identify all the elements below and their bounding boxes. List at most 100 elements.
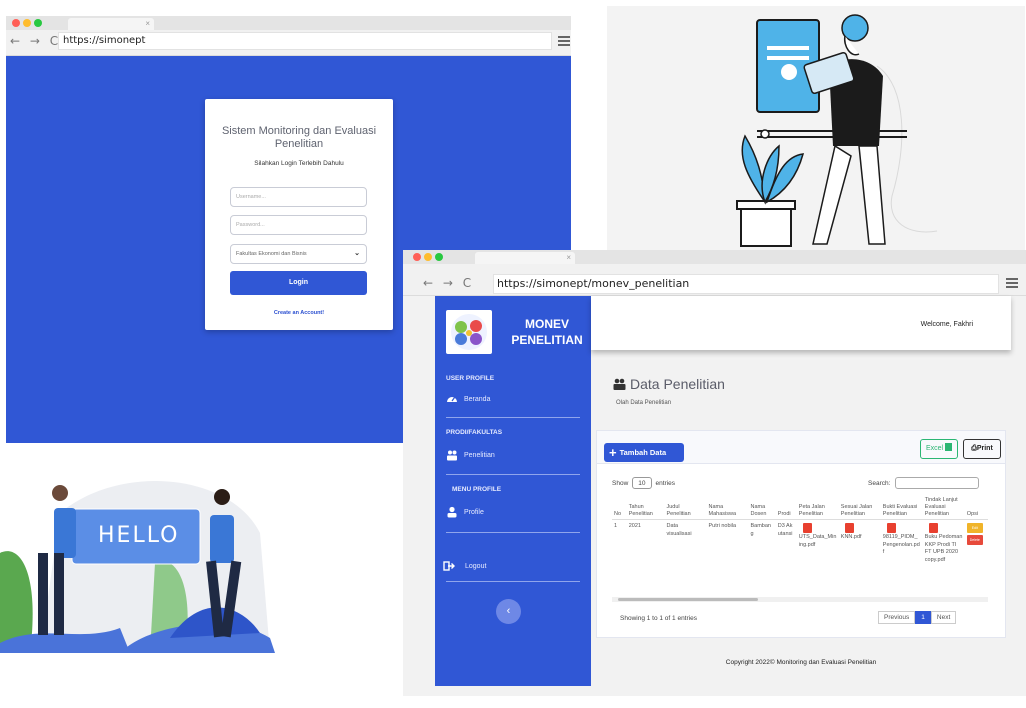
column-header[interactable]: Tahun Penelitian [626, 496, 665, 520]
excel-label: Excel [925, 445, 944, 452]
sidebar-divider [446, 581, 580, 582]
menu-icon[interactable] [558, 36, 570, 48]
cell-sesuai-jalan[interactable]: KNN.pdf [839, 520, 881, 568]
print-label: Print [976, 445, 993, 452]
sidebar-heading-user-profile: USER PROFILE [446, 375, 495, 382]
add-data-label: Tambah Data [619, 448, 667, 457]
file-link[interactable]: Buku Pedoman KKP Prodi TI FT UPB 2020 co… [925, 534, 963, 563]
page-1-button[interactable]: 1 [915, 611, 931, 624]
close-dot[interactable] [413, 253, 421, 261]
entries-label: entries [655, 479, 676, 487]
entries-control: Show 10 entries [612, 477, 675, 489]
address-bar-2[interactable]: https://simonept/monev_penelitian [493, 274, 999, 294]
create-account-link[interactable]: Create an Account! [205, 310, 393, 316]
sidebar-divider [446, 532, 580, 533]
column-header[interactable]: Judul Penelitian [664, 496, 707, 520]
print-button[interactable]: ⎙Print [963, 439, 1001, 459]
column-header[interactable]: Nama Mahasiswa [706, 496, 749, 520]
sidebar-brand: MONEV PENELITIAN [511, 317, 583, 347]
column-header[interactable]: No [612, 496, 627, 520]
cell-bukti-evaluasi[interactable]: 98119_PIDM_Pengenolan.pdf [881, 520, 923, 568]
maximize-dot[interactable] [34, 19, 42, 27]
users-icon [447, 450, 457, 461]
tab-strip: × [6, 16, 571, 30]
browser-tab[interactable]: × [68, 18, 154, 30]
login-card: Sistem Monitoring dan Evaluasi Penelitia… [205, 99, 393, 330]
browser-chrome-2: × ← → C https://simonept/monev_penelitia… [403, 250, 1026, 296]
nav-arrows-icon[interactable]: ← → C [10, 34, 61, 48]
sidebar-item-label: Logout [465, 562, 487, 570]
scrollbar-thumb[interactable] [618, 598, 758, 601]
login-button[interactable]: Login [230, 271, 367, 295]
browser-tab-2[interactable]: × [475, 252, 575, 264]
table-info: Showing 1 to 1 of 1 entries [620, 615, 697, 622]
welcome-text[interactable]: Welcome, Fakhri [921, 321, 973, 328]
plus-icon: + [609, 445, 617, 460]
person-with-laptop-illustration [607, 6, 1025, 250]
browser-chrome: × ← → C https://simonept [6, 16, 571, 56]
add-data-button[interactable]: + Tambah Data [604, 443, 684, 462]
next-button[interactable]: Next [930, 611, 957, 624]
dashboard-browser-window: × ← → C https://simonept/monev_penelitia… [403, 250, 1026, 696]
file-link[interactable]: KNN.pdf [841, 534, 862, 540]
data-card: + Tambah Data Excel ⎙Print Show 10 entrie… [596, 430, 1006, 638]
login-title: Sistem Monitoring dan Evaluasi Penelitia… [221, 125, 377, 150]
sidebar-item-logout[interactable]: Logout [443, 560, 486, 572]
show-label: Show [612, 479, 629, 487]
username-field[interactable]: Username... [230, 187, 367, 207]
sidebar-item-label: Beranda [464, 395, 491, 403]
cell-peta-jalan[interactable]: UTS_Data_Mining.pdf [797, 520, 839, 568]
sidebar-item-label: Profile [464, 508, 484, 516]
column-header[interactable]: Tindak Lanjut Evaluasi Penelitian [922, 496, 965, 520]
file-pdf-icon [928, 523, 938, 533]
column-header[interactable]: Opsi [964, 496, 988, 520]
minimize-dot[interactable] [424, 253, 432, 261]
file-link[interactable]: 98119_PIDM_Pengenolan.pdf [883, 534, 920, 555]
login-subtitle: Silahkan Login Terlebih Dahulu [254, 160, 344, 167]
file-pdf-icon [802, 523, 812, 533]
column-header[interactable]: Bukti Evaluasi Penelitian [880, 496, 923, 520]
faculty-select[interactable]: Fakultas Ekonomi dan Bisnis ⌄ [230, 244, 367, 264]
sidebar-heading-menu-profile: MENU PROFILE [452, 486, 502, 493]
user-icon [447, 506, 457, 518]
previous-button[interactable]: Previous [878, 611, 916, 624]
cell-prodi: D3 Akutansi [777, 523, 793, 537]
sidebar-item-profile[interactable]: Profile [446, 506, 484, 518]
horizontal-scrollbar[interactable] [612, 597, 988, 602]
topbar: Welcome, Fakhri [591, 296, 1011, 350]
address-bar[interactable]: https://simonept [58, 32, 552, 50]
sidebar: MONEV PENELITIAN USER PROFILE Beranda PR… [435, 296, 591, 686]
nav-arrows-icon[interactable]: ← → C [423, 276, 474, 290]
password-field[interactable]: Password... [230, 215, 367, 235]
menu-icon[interactable] [1006, 278, 1018, 290]
cell-tahun: 2021 [628, 523, 641, 529]
page-subtitle: Olah Data Penelitian [616, 400, 672, 406]
entries-select[interactable]: 10 [632, 477, 652, 489]
minimize-dot[interactable] [23, 19, 31, 27]
search-control: Search: [868, 477, 980, 489]
maximize-dot[interactable] [435, 253, 443, 261]
sidebar-heading-prodi: PRODI/FAKULTAS [446, 429, 503, 436]
column-header[interactable]: Nama Dosen [748, 496, 776, 520]
cell-no: 1 [614, 523, 618, 529]
file-link[interactable]: UTS_Data_Mining.pdf [799, 534, 837, 548]
close-dot[interactable] [12, 19, 20, 27]
faculty-select-value: Fakultas Ekonomi dan Bisnis [236, 251, 307, 257]
cell-judul: Data visualisasi [666, 523, 692, 537]
search-input[interactable] [895, 477, 980, 489]
sidebar-item-beranda[interactable]: Beranda [446, 393, 490, 405]
column-header[interactable]: Peta Jalan Penelitian [796, 496, 839, 520]
data-table: No Tahun Penelitian Judul Penelitian Nam… [612, 496, 988, 567]
tachometer-icon [447, 397, 457, 402]
sidebar-toggle-button[interactable]: ‹ [496, 599, 521, 624]
excel-export-button[interactable]: Excel [920, 439, 958, 459]
card-header: + Tambah Data Excel ⎙Print [597, 431, 1005, 464]
column-header[interactable]: Prodi [775, 496, 797, 520]
sidebar-divider [446, 474, 580, 475]
column-header[interactable]: Sesuai Jalan Penelitian [838, 496, 881, 520]
edit-button[interactable]: Edit [966, 523, 983, 533]
cell-tindak-lanjut[interactable]: Buku Pedoman KKP Prodi TI FT UPB 2020 co… [923, 520, 965, 568]
sidebar-item-penelitian[interactable]: Penelitian [446, 449, 495, 461]
delete-button[interactable]: Delete [966, 535, 983, 545]
users-icon [613, 378, 626, 390]
